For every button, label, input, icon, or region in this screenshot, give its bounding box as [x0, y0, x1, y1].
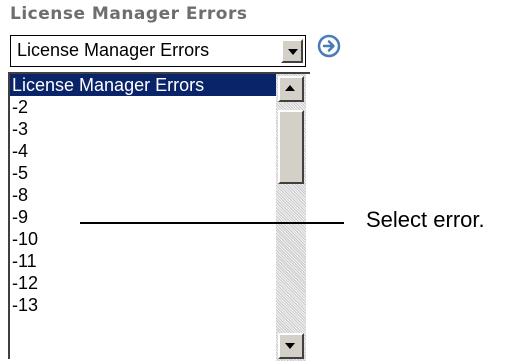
chevron-down-icon — [288, 49, 298, 55]
arrow-up-icon — [285, 85, 295, 91]
listbox-scrollbar[interactable] — [276, 74, 306, 361]
list-item[interactable]: -9 — [10, 206, 276, 228]
list-item[interactable]: -12 — [10, 272, 276, 294]
list-item[interactable]: License Manager Errors — [10, 74, 276, 96]
error-category-dropdown[interactable]: License Manager Errors — [10, 35, 306, 67]
list-item[interactable]: -4 — [10, 140, 276, 162]
arrow-down-icon — [285, 343, 295, 349]
list-item[interactable]: -10 — [10, 228, 276, 250]
scroll-down-button[interactable] — [278, 333, 304, 359]
list-item[interactable]: -3 — [10, 118, 276, 140]
dropdown-selected-value: License Manager Errors — [17, 40, 210, 60]
list-item[interactable]: -5 — [10, 162, 276, 184]
error-code-listbox[interactable]: License Manager Errors -2 -3 -4 -5 -8 -9 -10 -11… — [8, 72, 310, 361]
scrollbar-thumb[interactable] — [278, 110, 304, 184]
listbox-items: License Manager Errors -2 -3 -4 -5 -8 -9 -10 -11… — [10, 74, 276, 316]
list-item[interactable]: -8 — [10, 184, 276, 206]
dropdown-toggle-button[interactable] — [281, 39, 303, 63]
callout-label: Select error. — [366, 207, 485, 232]
list-item[interactable]: -13 — [10, 294, 276, 316]
list-item[interactable]: -11 — [10, 250, 276, 272]
section-title: License Manager Errors — [10, 4, 248, 24]
arrow-right-circle-icon[interactable] — [317, 34, 341, 58]
list-item[interactable]: -2 — [10, 96, 276, 118]
scroll-up-button[interactable] — [278, 76, 304, 102]
callout-line — [80, 222, 344, 224]
